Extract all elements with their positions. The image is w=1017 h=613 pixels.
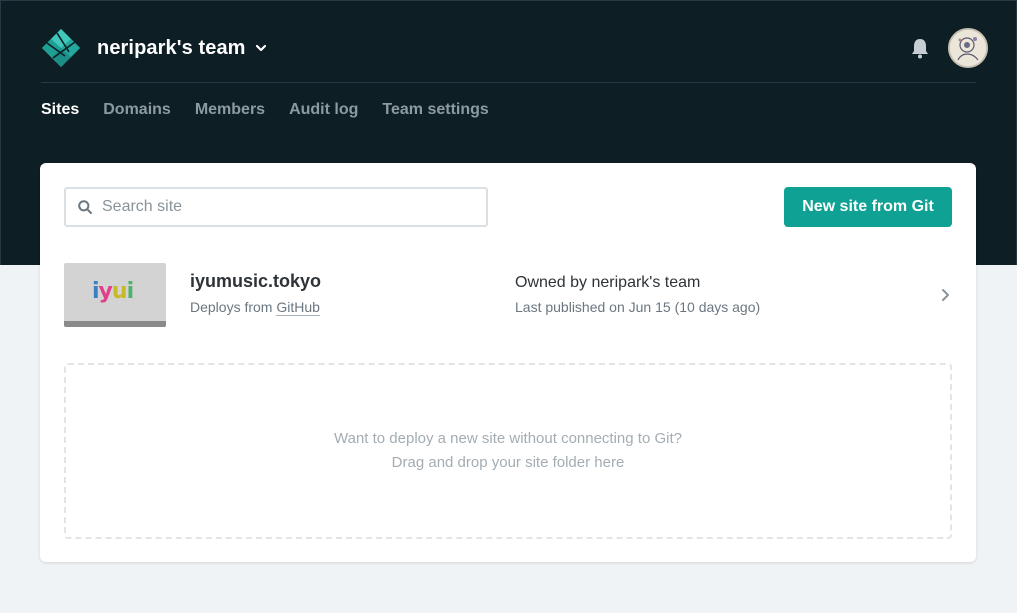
bell-icon[interactable] [910,37,930,59]
site-thumbnail-footer [64,321,166,327]
deploy-prefix: Deploys from [190,299,277,315]
new-site-from-git-button[interactable]: New site from Git [784,187,952,227]
site-owner: Owned by neripark's team [515,274,701,291]
dropzone-line-2: Drag and drop your site folder here [391,454,625,471]
chevron-right-icon[interactable] [940,288,950,302]
avatar[interactable] [948,28,988,68]
team-name[interactable]: neripark's team [97,37,246,60]
site-deploy-source: Deploys from GitHub [190,299,320,316]
drag-drop-zone[interactable]: Want to deploy a new site without connec… [64,363,952,539]
nav-item-domains[interactable]: Domains [103,101,171,119]
chevron-down-icon[interactable] [255,42,267,54]
nav-item-audit-log[interactable]: Audit log [289,101,358,119]
top-bar: neripark's team [41,25,988,71]
sites-card: New site from Git iyui iyumusic.tokyo De… [40,163,976,562]
search-icon [78,200,92,214]
avatar-illustration [950,30,986,66]
search-input[interactable] [102,198,482,216]
site-name[interactable]: iyumusic.tokyo [190,271,321,292]
dropzone-line-1: Want to deploy a new site without connec… [334,430,682,447]
site-last-published: Last published on Jun 15 (10 days ago) [515,299,761,315]
team-nav: Sites Domains Members Audit log Team set… [41,101,489,119]
netlify-logo-icon[interactable] [41,28,81,68]
site-list-item[interactable]: iyui iyumusic.tokyo Deploys from GitHub … [64,263,952,327]
github-link[interactable]: GitHub [276,299,320,316]
nav-item-sites[interactable]: Sites [41,101,79,119]
nav-item-team-settings[interactable]: Team settings [382,101,488,119]
header-divider [41,82,976,83]
site-thumbnail: iyui [64,263,166,327]
nav-item-members[interactable]: Members [195,101,265,119]
search-box[interactable] [64,187,488,227]
site-thumbnail-logo: iyui [92,279,134,304]
